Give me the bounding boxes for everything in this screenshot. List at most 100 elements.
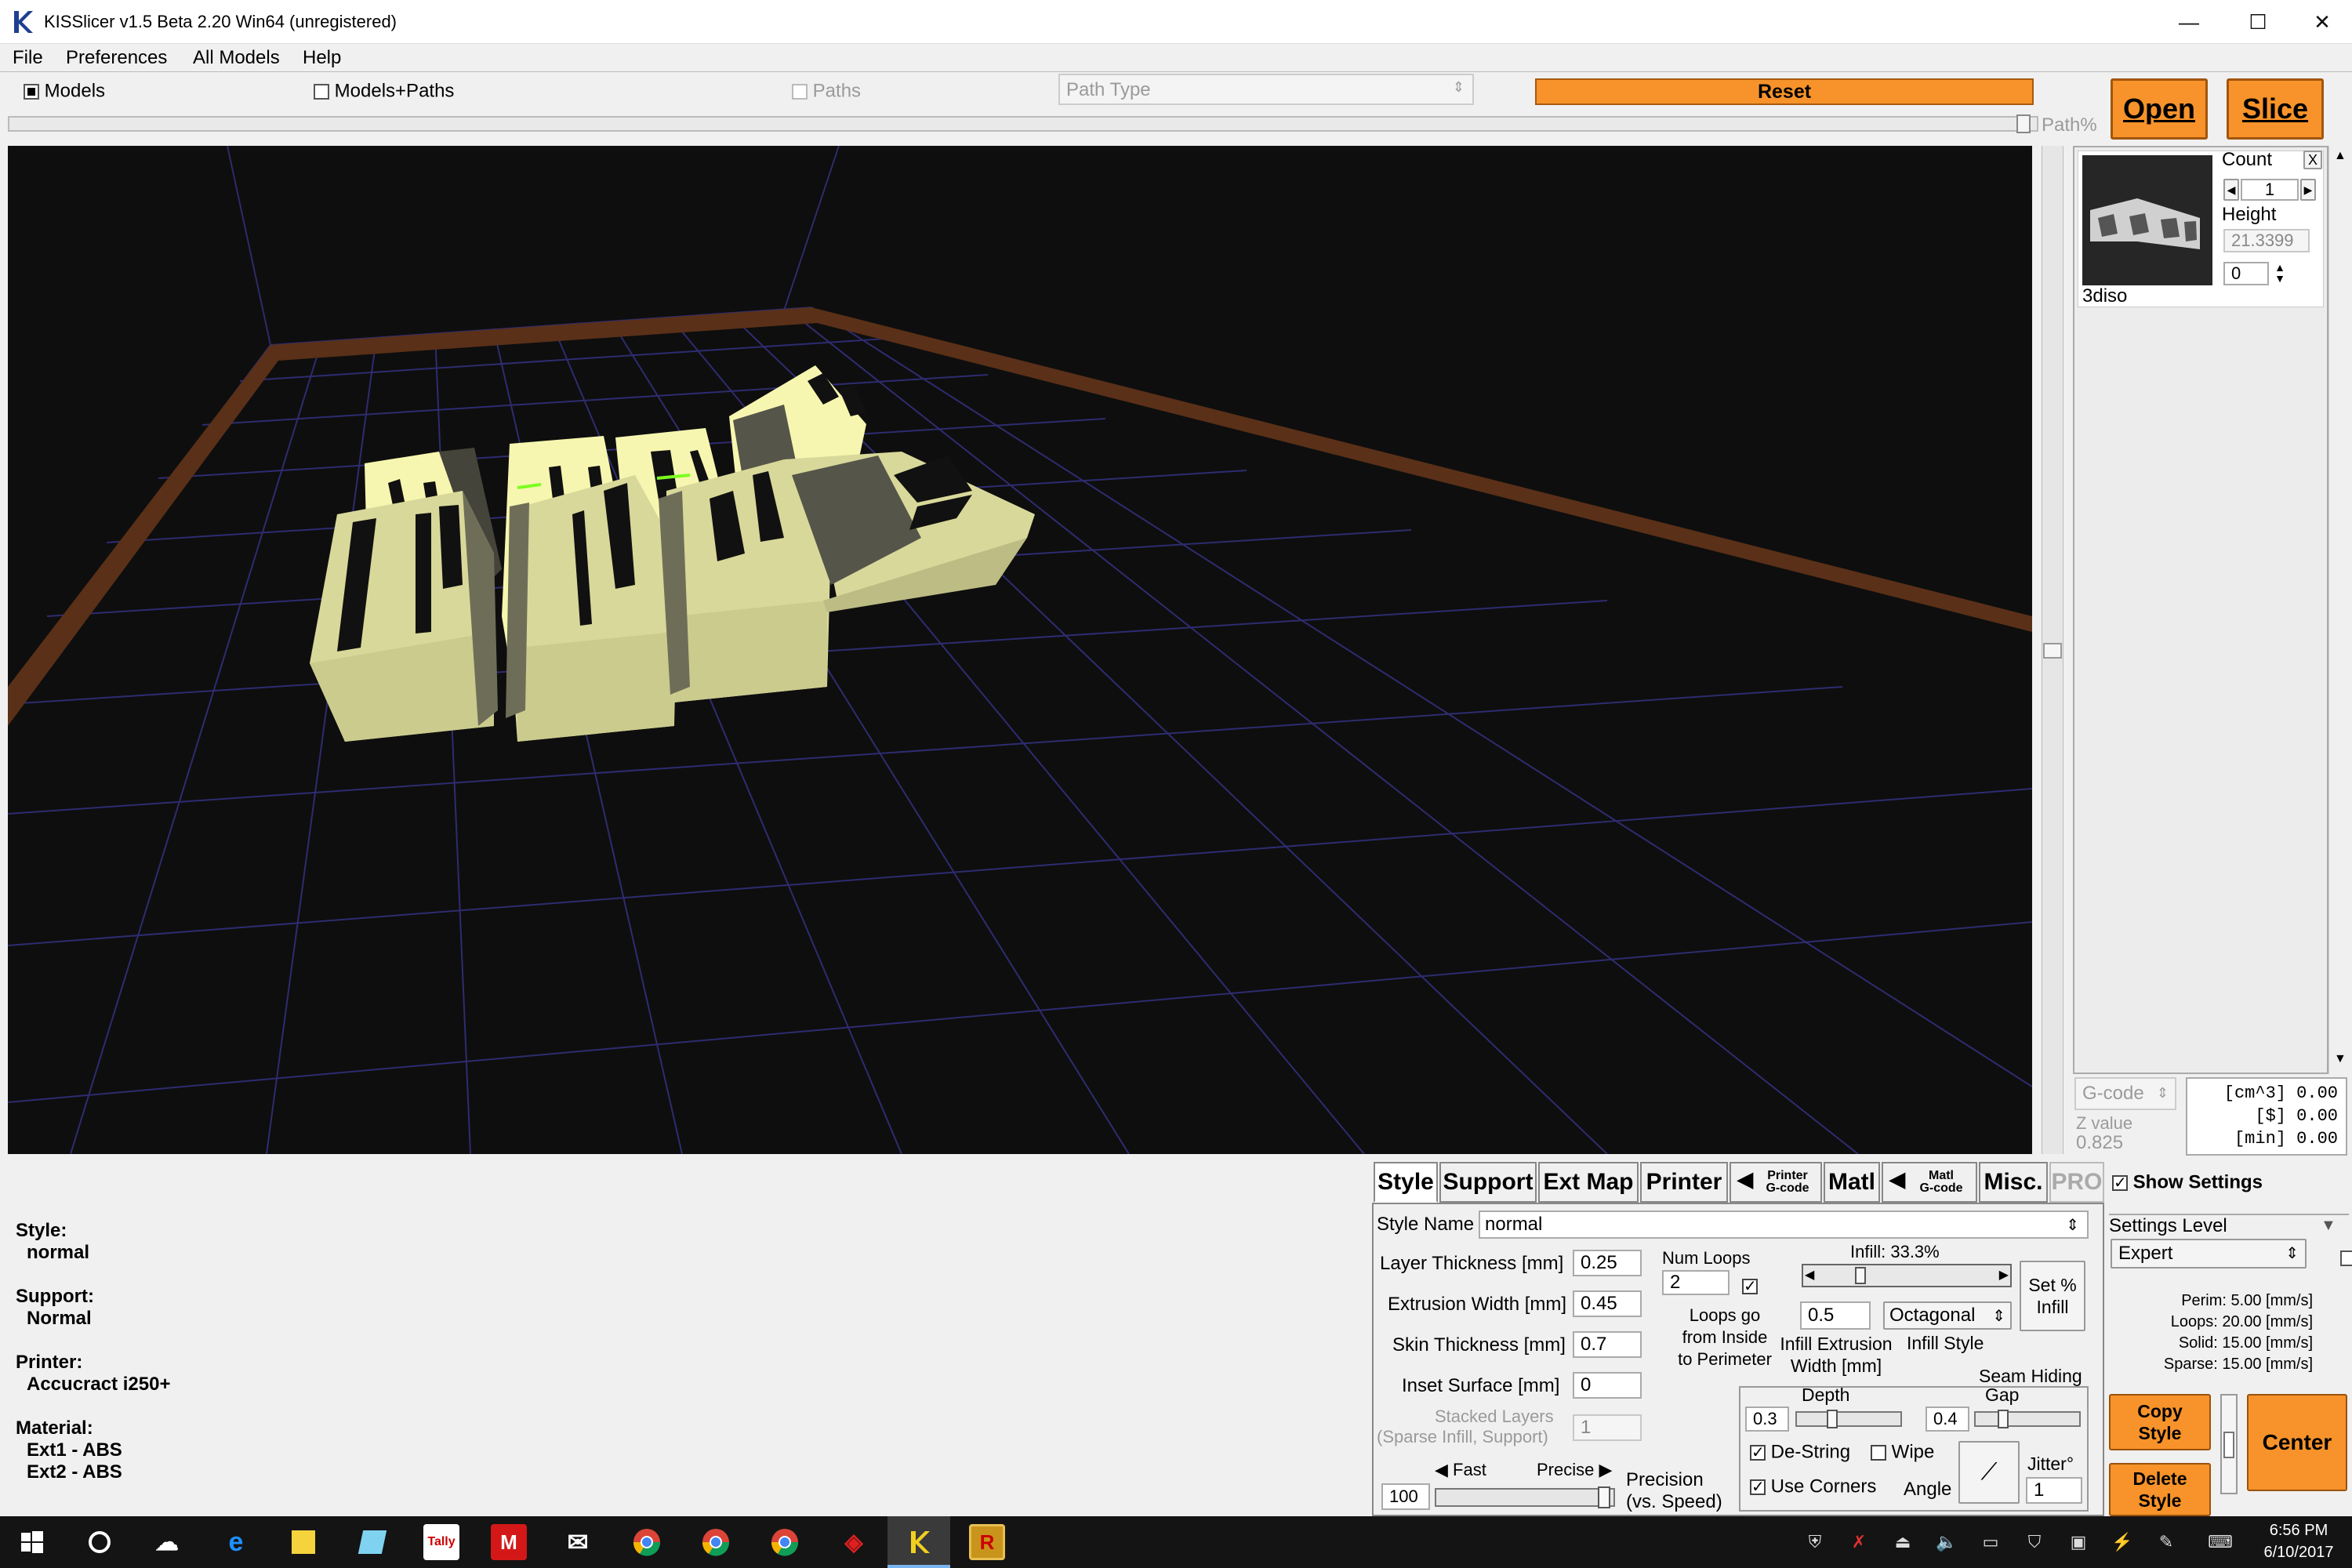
volume-icon[interactable]: 🔈 (1935, 1530, 1958, 1554)
models-paths-radio-box[interactable] (314, 83, 329, 100)
network-icon[interactable]: ▭ (1979, 1530, 2002, 1554)
use-corners-checkbox[interactable]: Use Corners (1750, 1475, 1876, 1498)
delete-style-button[interactable]: Delete Style (2109, 1463, 2211, 1516)
update-icon[interactable]: ⚡ (2111, 1530, 2134, 1554)
count-increment-icon[interactable]: ▶ (2300, 179, 2316, 201)
scroll-up-icon[interactable]: ▲ (2334, 149, 2347, 163)
infill-slider-thumb[interactable] (1854, 1267, 1866, 1284)
rotation-spinner-icon[interactable]: ▲ ▼ (2270, 262, 2289, 285)
pen-icon[interactable]: ✎ (2154, 1530, 2178, 1554)
show-settings-checkbox-box[interactable] (2112, 1173, 2128, 1192)
onedrive-icon[interactable]: ☁ (149, 1524, 185, 1560)
m-app-icon[interactable]: M (491, 1524, 527, 1560)
tally-icon[interactable]: Tally (423, 1524, 459, 1560)
sketchup-icon[interactable]: ◈ (836, 1524, 872, 1560)
count-field[interactable]: 1 (2241, 179, 2299, 201)
style-name-select[interactable]: normal ⇕ (1479, 1210, 2089, 1239)
open-button[interactable]: Open (2111, 78, 2208, 140)
skin-thickness-field[interactable]: 0.7 (1573, 1331, 1642, 1358)
cortana-icon[interactable] (82, 1524, 118, 1560)
tab-printer[interactable]: Printer (1640, 1162, 1728, 1203)
seam-depth-field[interactable]: 0.3 (1745, 1406, 1789, 1432)
usb-icon[interactable]: ⏏ (1891, 1530, 1915, 1554)
models-paths-radio[interactable]: Models+Paths (314, 80, 454, 103)
minimize-button[interactable]: — (2154, 0, 2223, 44)
seam-gap-slider-thumb[interactable] (1998, 1410, 2009, 1428)
tab-support[interactable]: Support (1439, 1162, 1537, 1203)
infill-style-select[interactable]: Octagonal ⇕ (1883, 1301, 2012, 1330)
tab-style[interactable]: Style (1374, 1162, 1438, 1203)
menu-preferences[interactable]: Preferences (66, 47, 167, 69)
display-icon[interactable]: ▣ (2067, 1530, 2090, 1554)
precision-slider-thumb[interactable] (1598, 1486, 1610, 1508)
seam-gap-field[interactable]: 0.4 (1926, 1406, 1969, 1432)
tab-printer-gcode[interactable]: ◀ Printer G-code (1730, 1162, 1822, 1203)
windows-start-icon[interactable] (14, 1524, 50, 1560)
seam-depth-slider-thumb[interactable] (1827, 1410, 1838, 1428)
scroll-down-icon[interactable]: ▼ (2334, 1052, 2347, 1066)
shield-icon[interactable]: ⛉ (2023, 1530, 2046, 1554)
tab-matl[interactable]: Matl (1824, 1162, 1880, 1203)
menu-file[interactable]: File (13, 47, 43, 69)
infill-decrease-icon[interactable]: ◀ (1805, 1267, 1814, 1283)
remove-model-button[interactable]: X (2303, 151, 2322, 169)
destring-checkbox[interactable]: De-String (1750, 1441, 1850, 1464)
wipe-checkbox[interactable]: Wipe (1871, 1441, 1934, 1464)
models-radio-box[interactable] (24, 83, 39, 100)
chrome-icon[interactable] (698, 1524, 734, 1560)
center-button[interactable]: Center (2247, 1394, 2347, 1491)
r-app-icon[interactable]: R (969, 1524, 1005, 1560)
tab-matl-gcode[interactable]: ◀ Matl G-code (1882, 1162, 1977, 1203)
seam-gap-slider[interactable] (1974, 1410, 2081, 1428)
precision-field[interactable]: 100 (1381, 1483, 1430, 1510)
menu-help[interactable]: Help (303, 47, 341, 69)
kisslicer-icon[interactable] (902, 1524, 938, 1560)
close-button[interactable]: ✕ (2288, 0, 2352, 44)
angle-dial[interactable]: ⟋ (1958, 1441, 2020, 1504)
tab-ext-map[interactable]: Ext Map (1538, 1162, 1639, 1203)
mail-icon[interactable]: ✉ (560, 1524, 596, 1560)
models-radio[interactable]: Models (24, 80, 105, 103)
copy-style-button[interactable]: Copy Style (2109, 1394, 2211, 1450)
wipe-checkbox-box[interactable] (1871, 1444, 1886, 1461)
app-icon[interactable] (354, 1524, 390, 1560)
path-type-select[interactable]: Path Type ⇕ (1058, 74, 1474, 105)
maximize-button[interactable]: ☐ (2223, 0, 2292, 44)
infill-increase-icon[interactable]: ▶ (1999, 1267, 2009, 1283)
seam-depth-slider[interactable] (1795, 1410, 1902, 1428)
path-percent-slider-thumb[interactable] (2016, 114, 2031, 133)
loops-inside-to-perimeter-checkbox[interactable] (1742, 1276, 1758, 1296)
chrome-icon[interactable] (629, 1524, 665, 1560)
model-list-scrollbar[interactable]: ▲ ▼ (2328, 146, 2350, 1074)
count-decrement-icon[interactable]: ◀ (2223, 179, 2239, 201)
set-infill-button[interactable]: Set % Infill (2020, 1261, 2085, 1331)
settings-level-toggle[interactable] (2339, 1250, 2352, 1266)
paths-checkbox-box[interactable] (792, 83, 808, 100)
style-list-scrollbar[interactable] (2220, 1394, 2238, 1494)
chevron-down-icon[interactable]: ▼ (2321, 1217, 2336, 1235)
model-thumbnail[interactable] (2082, 155, 2212, 285)
sticky-notes-icon[interactable] (285, 1524, 321, 1560)
keyboard-icon[interactable]: ⌨ (2203, 1530, 2238, 1554)
layer-thickness-field[interactable]: 0.25 (1573, 1250, 1642, 1276)
show-settings-checkbox[interactable]: Show Settings (2112, 1171, 2263, 1194)
extrusion-width-field[interactable]: 0.45 (1573, 1290, 1642, 1317)
reset-button[interactable]: Reset (1535, 78, 2034, 105)
antivirus-icon[interactable]: ✗ (1847, 1530, 1871, 1554)
3d-viewport[interactable] (8, 146, 2032, 1154)
destring-checkbox-box[interactable] (1750, 1443, 1766, 1462)
clock[interactable]: 6:56 PM 6/10/2017 (2255, 1519, 2343, 1563)
rotation-field[interactable]: 0 (2223, 262, 2269, 285)
inset-surface-field[interactable]: 0 (1573, 1372, 1642, 1399)
style-list-scroll-thumb[interactable] (2223, 1432, 2234, 1458)
defender-icon[interactable]: ⛨ (1803, 1530, 1827, 1554)
slice-button[interactable]: Slice (2227, 78, 2324, 140)
path-percent-slider[interactable] (8, 116, 2038, 132)
infill-extrusion-width-field[interactable]: 0.5 (1800, 1301, 1871, 1330)
jitter-field[interactable]: 1 (2026, 1477, 2082, 1504)
tab-misc[interactable]: Misc. (1979, 1162, 2048, 1203)
settings-level-select[interactable]: Expert ⇕ (2111, 1239, 2307, 1269)
use-corners-checkbox-box[interactable] (1750, 1477, 1766, 1497)
paths-checkbox[interactable]: Paths (792, 80, 861, 103)
edge-icon[interactable]: e (218, 1524, 254, 1560)
